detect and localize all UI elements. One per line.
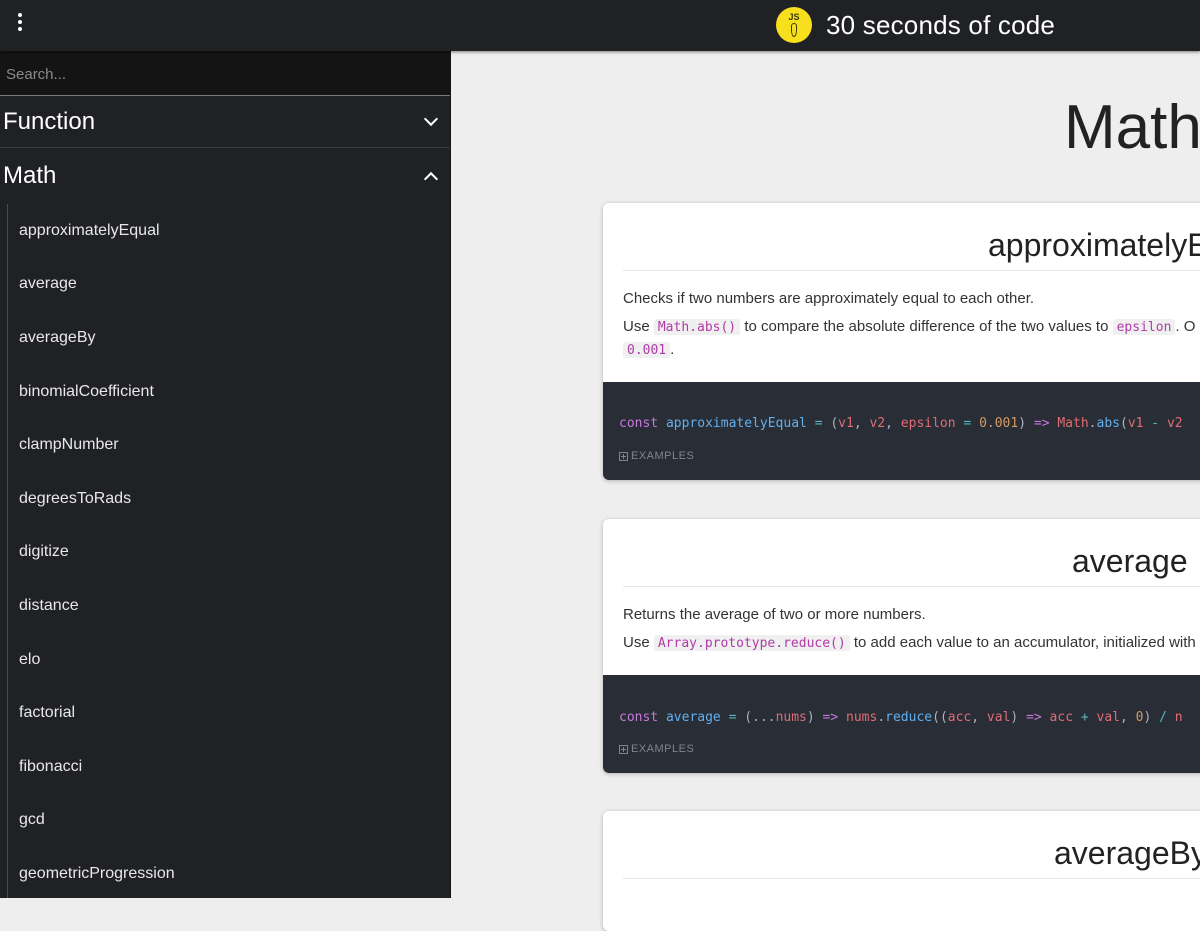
sidebar-item-approximately-equal[interactable]: approximatelyEqual: [8, 204, 450, 258]
sidebar-item-fibonacci[interactable]: fibonacci: [8, 740, 450, 794]
sidebar-item-elo[interactable]: elo: [8, 633, 450, 687]
sidebar-item-gcd[interactable]: gcd: [8, 794, 450, 848]
sidebar-item-clamp-number[interactable]: clampNumber: [8, 418, 450, 472]
usage-text: .: [670, 341, 675, 358]
plus-square-icon: [619, 451, 628, 461]
plus-square-icon: [619, 744, 628, 754]
snippet-title: averageBy: [623, 811, 1200, 879]
snippet-summary: Returns the average of two or more numbe…: [623, 606, 926, 623]
snippet-summary: Checks if two numbers are approximately …: [623, 290, 1035, 307]
snippet-card: average Returns the average of two or mo…: [603, 519, 1200, 773]
category-math[interactable]: Math: [0, 148, 450, 204]
usage-text: . O: [1175, 318, 1196, 335]
examples-toggle[interactable]: EXAMPLES: [619, 743, 694, 755]
inline-code: 0.001: [623, 342, 671, 358]
snippet-card: approximatelyE Checks if two numbers are…: [603, 203, 1200, 480]
snippet-title: approximatelyE: [623, 203, 1200, 271]
sidebar-item-average-by[interactable]: averageBy: [8, 311, 450, 365]
usage-text: to compare the absolute difference of th…: [744, 318, 1109, 335]
chevron-down-icon: [423, 111, 439, 126]
site-title: 30 seconds of code: [826, 9, 1056, 40]
js-logo-icon: JS: [776, 7, 812, 43]
category-label: Function: [3, 107, 96, 135]
sidebar: Function Math approximatelyEqual average…: [0, 51, 451, 898]
search-input[interactable]: [0, 51, 450, 96]
code-block: const approximatelyEqual = (v1, v2, epsi…: [603, 382, 1200, 480]
top-bar: JS 30 seconds of code: [0, 0, 1200, 51]
usage-text: to add each value to an accumulator, ini…: [853, 634, 1196, 651]
snippet-usage: Use Math.abs() to compare the absolute d…: [623, 318, 1200, 335]
sidebar-item-factorial[interactable]: factorial: [8, 686, 450, 740]
sidebar-item-digitize[interactable]: digitize: [8, 526, 450, 580]
category-label: Math: [3, 162, 57, 189]
usage-text: Use: [623, 318, 650, 335]
chevron-up-icon: [423, 171, 439, 187]
inline-code: Math.abs(): [653, 319, 741, 335]
sidebar-item-binomial-coefficient[interactable]: binomialCoefficient: [8, 365, 450, 419]
math-item-list: approximatelyEqual average averageBy bin…: [7, 204, 450, 898]
sidebar-item-degrees-to-rads[interactable]: degreesToRads: [8, 472, 450, 526]
code-line: const approximatelyEqual = (v1, v2, epsi…: [619, 416, 1183, 431]
sidebar-item-average[interactable]: average: [8, 258, 450, 312]
usage-text: Use: [623, 634, 650, 651]
examples-label: EXAMPLES: [631, 743, 695, 755]
logo-text: JS: [788, 12, 800, 22]
code-block: const average = (...nums) => nums.reduce…: [603, 675, 1200, 773]
snippet-usage-continued: 0.001.: [623, 341, 1200, 358]
inline-code: Array.prototype.reduce(): [653, 635, 850, 651]
snippet-title: average: [623, 519, 1200, 587]
vertical-dots-icon[interactable]: [12, 10, 28, 34]
snippet-usage: Use Array.prototype.reduce() to add each…: [623, 634, 1200, 651]
category-function[interactable]: Function: [0, 96, 450, 148]
examples-label: EXAMPLES: [631, 450, 695, 462]
inline-code: epsilon: [1112, 319, 1176, 335]
code-line: const average = (...nums) => nums.reduce…: [619, 710, 1183, 725]
brand[interactable]: JS 30 seconds of code: [776, 6, 1055, 44]
sidebar-item-distance[interactable]: distance: [8, 579, 450, 633]
snippet-card: averageBy: [603, 811, 1200, 931]
examples-toggle[interactable]: EXAMPLES: [619, 450, 694, 462]
sidebar-item-geometric-progression[interactable]: geometricProgression: [8, 847, 450, 898]
page-title: Math: [1064, 93, 1200, 162]
